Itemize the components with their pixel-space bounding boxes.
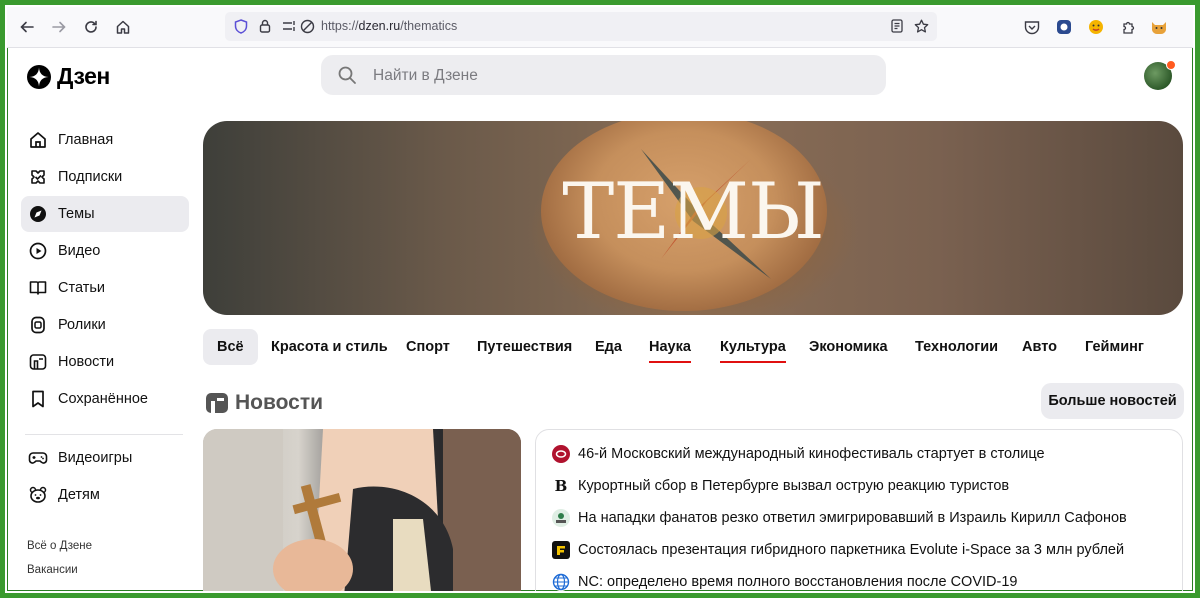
url-text[interactable]: https://dzen.ru/thematics <box>321 19 457 33</box>
globe-icon <box>552 573 570 591</box>
reader-view-icon[interactable] <box>889 18 905 34</box>
tab-technology[interactable]: Технологии <box>915 329 998 365</box>
sidebar-item-home[interactable]: Главная <box>21 122 189 158</box>
logo-text: Дзен <box>57 63 110 89</box>
sidebar-item-news[interactable]: Новости <box>21 344 189 380</box>
tab-beauty[interactable]: Красота и стиль <box>271 329 388 365</box>
reload-icon[interactable] <box>79 15 103 39</box>
news-section-title[interactable]: Новости <box>205 391 323 415</box>
source-logo-icon: B <box>552 477 570 495</box>
shield-icon[interactable] <box>233 18 249 34</box>
sidebar-item-label: Новости <box>58 354 115 370</box>
news-photo-illustration <box>203 429 521 591</box>
news-item[interactable]: На нападки фанатов резко ответил эмигрир… <box>552 507 1127 529</box>
tab-underline <box>720 361 786 363</box>
notification-dot <box>1166 60 1176 70</box>
footer-link-jobs[interactable]: Вакансии <box>27 564 78 576</box>
search-input[interactable]: Найти в Дзене <box>321 55 886 95</box>
sidebar-item-articles[interactable]: Статьи <box>21 270 189 306</box>
pocket-icon[interactable] <box>1023 18 1041 36</box>
tab-underline <box>649 361 691 363</box>
footer-link-about[interactable]: Всё о Дзене <box>27 540 92 552</box>
sidebar-item-label: Подписки <box>58 169 123 185</box>
dzen-star-icon <box>27 64 51 89</box>
sidebar-item-videogames[interactable]: Видеоигры <box>21 440 189 476</box>
home-browser-icon[interactable] <box>111 15 135 39</box>
sidebar-item-video[interactable]: Видео <box>21 233 189 269</box>
dzen-logo[interactable]: Дзен <box>27 63 110 90</box>
sidebar-divider <box>25 434 183 435</box>
news-image[interactable] <box>203 429 521 591</box>
source-logo-icon <box>552 509 570 527</box>
address-bar[interactable]: https://dzen.ru/thematics <box>225 12 937 41</box>
news-section-icon <box>206 393 228 413</box>
tab-food[interactable]: Еда <box>595 329 622 365</box>
news-item[interactable]: Состоялась презентация гибридного паркет… <box>552 539 1124 561</box>
extension-blue-icon[interactable] <box>1055 18 1073 36</box>
sidebar-item-label: Статьи <box>58 280 105 296</box>
lock-icon[interactable] <box>257 18 273 34</box>
forward-icon[interactable] <box>47 15 71 39</box>
home-icon <box>30 132 46 148</box>
sidebar-item-shorts[interactable]: Ролики <box>21 307 189 343</box>
browser-window: https://dzen.ru/thematics Дзен Найти в Д… <box>5 5 1195 593</box>
news-list: 46-й Московский международный кинофестив… <box>535 429 1183 591</box>
browser-toolbar: https://dzen.ru/thematics <box>7 7 1193 48</box>
sidebar-item-saved[interactable]: Сохранённое <box>21 381 189 417</box>
bookmark-icon <box>32 390 44 408</box>
news-item[interactable]: B Курортный сбор в Петербурге вызвал ост… <box>552 475 1009 497</box>
tab-auto[interactable]: Авто <box>1022 329 1057 365</box>
banner-title: ТЕМЫ <box>562 167 825 257</box>
source-logo-icon <box>552 541 570 559</box>
sidebar-item-kids[interactable]: Детям <box>21 477 189 513</box>
news-item[interactable]: 46-й Московский международный кинофестив… <box>552 443 1045 465</box>
tab-all[interactable]: Всё <box>203 329 258 365</box>
sidebar-item-label: Ролики <box>58 317 106 333</box>
news-title-text: Новости <box>235 391 324 414</box>
tab-economy[interactable]: Экономика <box>809 329 888 365</box>
sidebar-item-label: Детям <box>58 487 100 503</box>
video-icon <box>29 242 47 260</box>
bear-icon <box>29 486 47 503</box>
themes-banner: ТЕМЫ <box>203 121 1183 315</box>
tab-gaming[interactable]: Гейминг <box>1085 329 1144 365</box>
tracking-off-icon[interactable] <box>299 18 315 34</box>
subscriptions-icon <box>31 170 45 184</box>
sidebar-item-label: Главная <box>58 132 114 148</box>
sidebar-item-label: Темы <box>58 206 95 222</box>
search-icon <box>338 66 356 84</box>
sidebar-item-label: Сохранённое <box>58 391 148 407</box>
permissions-icon[interactable] <box>281 18 297 34</box>
compass-icon <box>30 206 46 222</box>
news-icon <box>29 354 47 370</box>
tab-sport[interactable]: Спорт <box>406 329 450 365</box>
star-icon[interactable] <box>913 18 929 34</box>
news-item[interactable]: NC: определено время полного восстановле… <box>552 571 1017 591</box>
back-icon[interactable] <box>15 15 39 39</box>
sidebar-item-themes[interactable]: Темы <box>21 196 189 232</box>
tab-travel[interactable]: Путешествия <box>477 329 572 365</box>
gamepad-icon <box>28 452 48 464</box>
tab-science[interactable]: Наука <box>649 329 691 365</box>
search-placeholder: Найти в Дзене <box>373 67 478 84</box>
sidebar-item-label: Видео <box>58 243 101 259</box>
extensions-puzzle-icon[interactable] <box>1119 18 1137 36</box>
source-logo-icon <box>552 445 570 463</box>
extension-face-icon[interactable] <box>1087 18 1105 36</box>
sidebar-item-label: Видеоигры <box>58 450 133 466</box>
shorts-icon <box>31 316 45 334</box>
sidebar-item-subscriptions[interactable]: Подписки <box>21 159 189 195</box>
book-icon <box>29 281 47 295</box>
profile-cat-icon[interactable] <box>1149 17 1169 37</box>
tab-culture[interactable]: Культура <box>720 329 786 365</box>
more-news-button[interactable]: Больше новостей <box>1041 383 1184 419</box>
